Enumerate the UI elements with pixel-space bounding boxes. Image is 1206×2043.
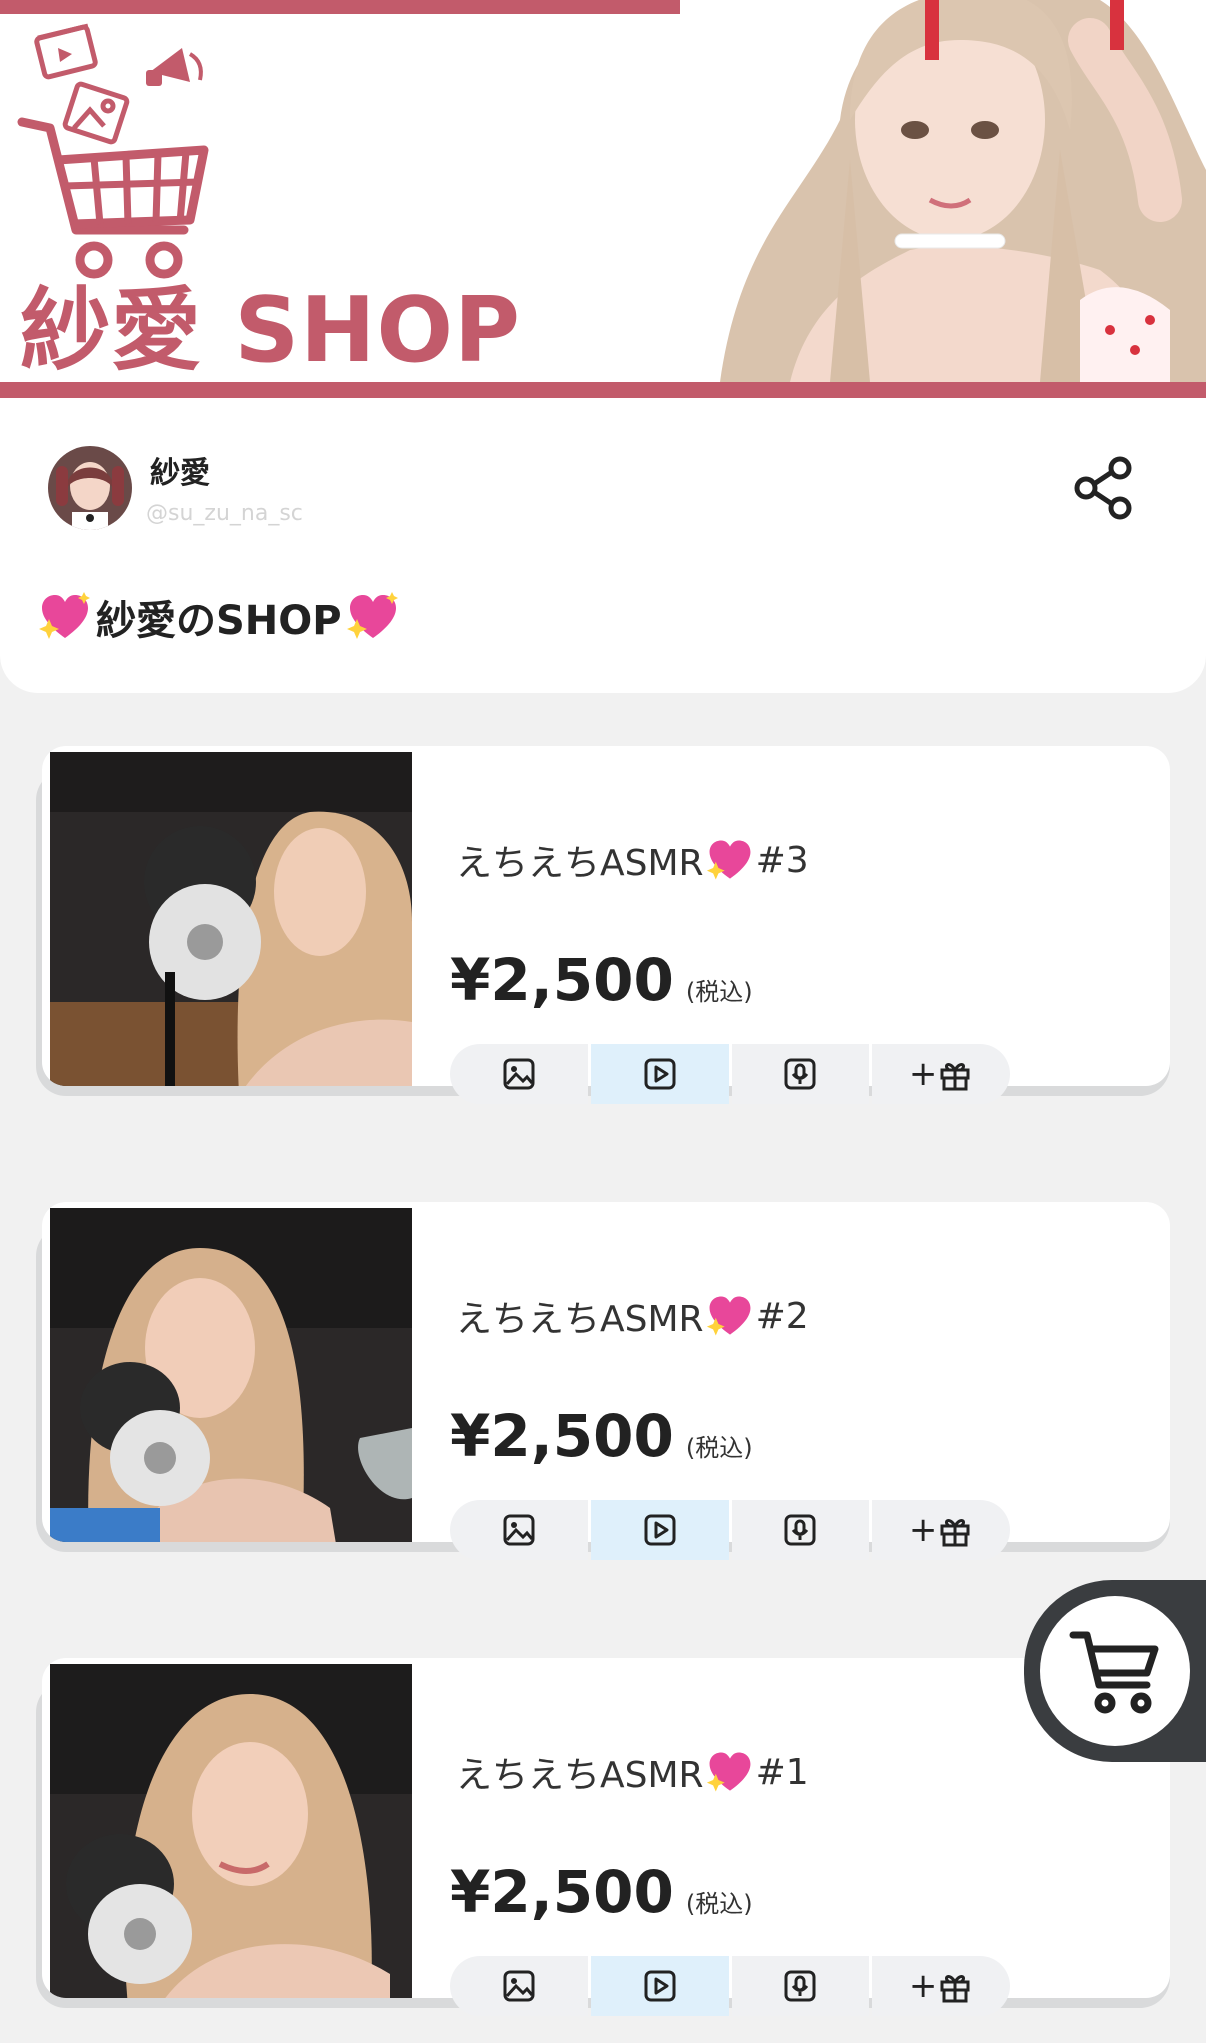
cart-button[interactable] <box>1024 1580 1206 1770</box>
product-card[interactable]: えちえちASMR #1 ¥2,500 (税込) + <box>36 1658 1170 2043</box>
video-play-icon <box>644 1058 676 1090</box>
tax-label: (税込) <box>685 978 753 1006</box>
sparkling-heart-icon <box>706 1296 751 1336</box>
content-type-bar: + <box>450 1044 1010 1104</box>
product-title-text: えちえちASMR <box>456 1755 704 1796</box>
type-image[interactable] <box>450 1500 588 1560</box>
shop-banner: 紗愛 SHOP <box>0 0 1206 398</box>
shop-heading-text: 紗愛のSHOP <box>96 598 342 644</box>
sparkling-heart-icon <box>706 840 751 880</box>
product-title-text: えちえちASMR <box>456 1299 704 1340</box>
product-thumbnail[interactable] <box>50 752 412 1086</box>
shop-heading: 紗愛のSHOP <box>38 588 400 646</box>
image-icon <box>503 1970 535 2002</box>
share-icon[interactable] <box>1072 454 1136 522</box>
microphone-icon <box>784 1970 816 2002</box>
image-icon <box>503 1514 535 1546</box>
product-title-text: えちえちASMR <box>456 843 704 884</box>
sparkling-heart-icon <box>39 592 90 639</box>
gift-icon <box>940 1063 970 1091</box>
price-value: ¥2,500 <box>450 1858 674 1926</box>
content-type-bar: + <box>450 1500 1010 1560</box>
product-title: えちえちASMR #1 <box>456 1746 809 1798</box>
type-video[interactable] <box>590 1500 729 1560</box>
gift-plus: + <box>908 1510 938 1550</box>
type-gift[interactable]: + <box>872 1500 1010 1560</box>
product-card-body[interactable]: えちえちASMR #3 ¥2,500 (税込) <box>42 746 1170 1086</box>
price-value: ¥2,500 <box>450 1402 674 1470</box>
cart-icon <box>1069 1631 1159 1714</box>
type-image[interactable] <box>450 1956 588 2016</box>
product-title: えちえちASMR #2 <box>456 1290 809 1342</box>
product-price: ¥2,500 (税込) <box>450 1402 753 1470</box>
profile-card: 紗愛 @su_zu_na_sc 紗愛のSHOP <box>0 398 1206 693</box>
type-gift[interactable]: + <box>872 1956 1010 2016</box>
microphone-icon <box>784 1058 816 1090</box>
product-card-body[interactable]: えちえちASMR #2 ¥2,500 (税込) <box>42 1202 1170 1542</box>
gift-plus: + <box>908 1966 938 2006</box>
content-type-bar: + <box>450 1956 1010 2016</box>
gift-icon <box>940 1519 970 1547</box>
gift-plus: + <box>908 1054 938 1094</box>
profile-name: 紗愛 <box>150 456 210 491</box>
type-image[interactable] <box>450 1044 588 1104</box>
product-card[interactable]: えちえちASMR #3 ¥2,500 (税込) + <box>36 746 1170 1148</box>
video-play-icon <box>644 1970 676 2002</box>
microphone-icon <box>784 1514 816 1546</box>
sparkling-heart-icon <box>346 592 398 639</box>
product-title-number: #2 <box>755 1295 809 1337</box>
product-price: ¥2,500 (税込) <box>450 946 753 1014</box>
banner-shop-title: 紗愛 SHOP <box>20 278 521 383</box>
type-video[interactable] <box>590 1044 729 1104</box>
type-audio[interactable] <box>731 1044 870 1104</box>
product-title-number: #3 <box>755 839 809 881</box>
profile-handle: @su_zu_na_sc <box>146 501 303 526</box>
type-audio[interactable] <box>731 1956 870 2016</box>
type-gift[interactable]: + <box>872 1044 1010 1104</box>
product-title: えちえちASMR #3 <box>456 834 809 886</box>
gift-icon <box>940 1975 970 2003</box>
cart-button-face[interactable] <box>1040 1596 1190 1746</box>
product-card-body[interactable]: えちえちASMR #1 ¥2,500 (税込) <box>42 1658 1170 1998</box>
product-thumbnail[interactable] <box>50 1664 412 1998</box>
shopping-cart-illustration <box>17 23 209 279</box>
image-icon <box>503 1058 535 1090</box>
product-price: ¥2,500 (税込) <box>450 1858 753 1926</box>
product-thumbnail[interactable] <box>50 1208 412 1542</box>
type-video[interactable] <box>590 1956 729 2016</box>
product-card[interactable]: えちえちASMR #2 ¥2,500 (税込) + <box>36 1202 1170 1604</box>
tax-label: (税込) <box>685 1434 753 1462</box>
tax-label: (税込) <box>685 1890 753 1918</box>
banner-bottom-stripe <box>0 382 1206 398</box>
video-play-icon <box>644 1514 676 1546</box>
price-value: ¥2,500 <box>450 946 674 1014</box>
type-audio[interactable] <box>731 1500 870 1560</box>
banner-portrait-image <box>680 0 1206 382</box>
sparkling-heart-icon <box>706 1752 751 1792</box>
product-title-number: #1 <box>755 1751 809 1793</box>
avatar[interactable] <box>48 446 132 530</box>
